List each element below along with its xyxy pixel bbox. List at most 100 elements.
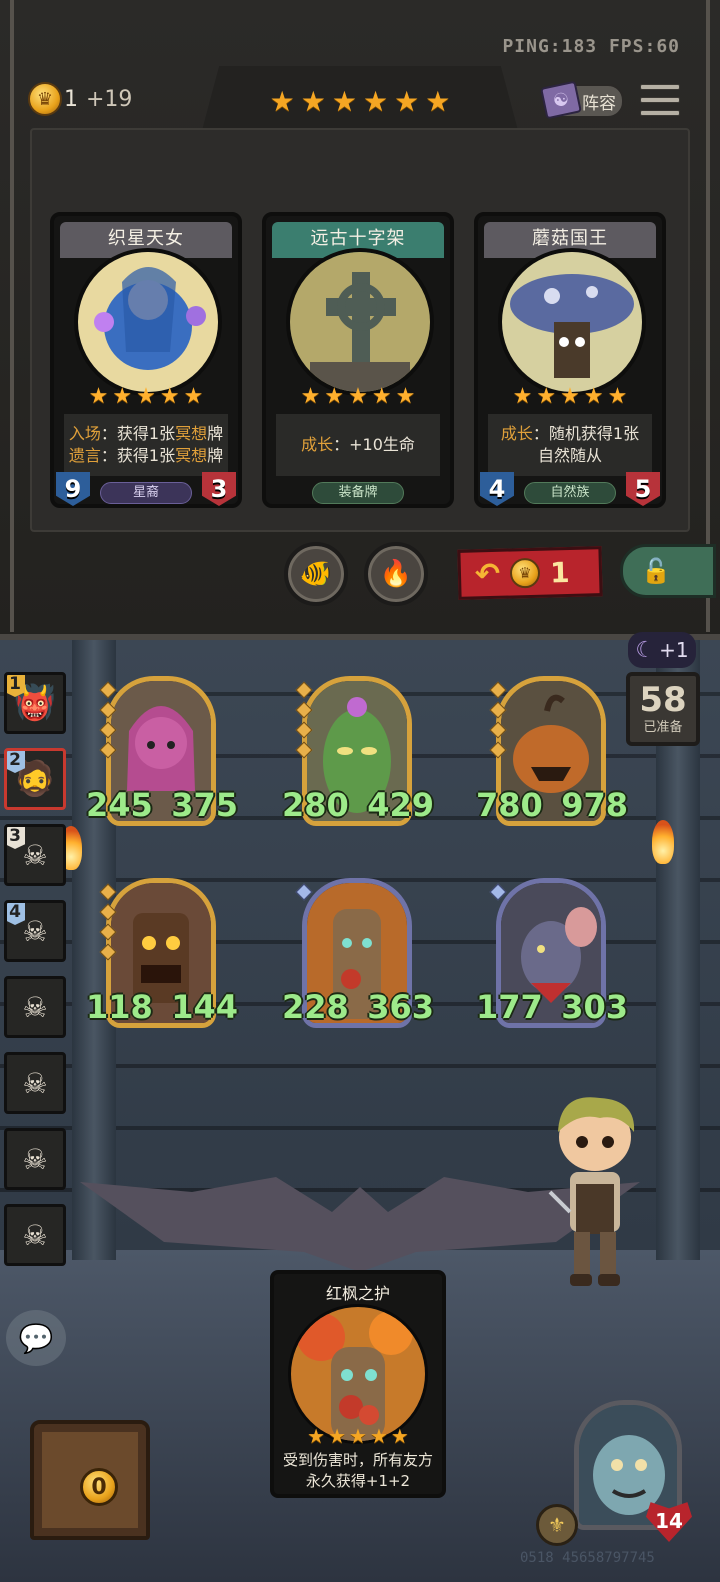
card-desc-text: 牌 [207, 446, 224, 465]
gold-amount: 1 [64, 86, 78, 112]
player-slot[interactable]: ☠ 4 [4, 900, 66, 962]
card-keyword: 入场 [68, 424, 101, 443]
card-art [74, 248, 222, 396]
minion-health: 429 [367, 786, 434, 824]
minion-health: 363 [367, 988, 434, 1026]
gold-display: ♛ 1 +19 [28, 80, 132, 118]
player-rank: 4 [7, 903, 25, 925]
player-slot[interactable]: ☠ [4, 1052, 66, 1114]
card-star-icon: ★ [307, 1424, 326, 1448]
card-star-icon: ★ [371, 384, 392, 409]
maple-treant-art [288, 1304, 428, 1444]
menu-bar [640, 110, 680, 117]
card-star-icon: ★ [536, 384, 557, 409]
minion-attack: 280 [282, 786, 349, 824]
menu-button[interactable] [640, 80, 680, 120]
card-keyword: 冥想 [175, 424, 208, 443]
hero-power-icon: ⚜ [548, 1513, 566, 1537]
shop-card[interactable]: 远古十字架 ★ ★ ★ ★ ★ 成长：+10生命 装备牌 [262, 212, 454, 508]
minion-tier-pips [99, 681, 117, 759]
shop-card[interactable]: 蘑菇国王 ★ ★ ★ ★ ★ 成长：随机获得1张 自然随从 自然族 4 5 [474, 212, 666, 508]
hero-power-button[interactable]: ⚜ [536, 1504, 578, 1546]
tier-pip [295, 741, 313, 759]
menu-bar [640, 96, 680, 103]
minion-tier-pips [489, 883, 507, 901]
board-minion[interactable]: 118 144 [86, 878, 238, 1034]
lock-shop-button[interactable]: 🔓 [620, 544, 716, 598]
card-description: 成长：+10生命 [276, 414, 440, 476]
minion-attack: 780 [476, 786, 543, 824]
card-name: 远古十字架 [310, 228, 406, 249]
gold-coin-icon: ♛ [509, 557, 541, 589]
card-star-icon: ★ [136, 384, 156, 409]
card-star-icon: ★ [112, 384, 133, 409]
card-name: 蘑菇国王 [532, 228, 608, 249]
refresh-shop-button[interactable]: ↶ ♛ 1 [457, 546, 603, 600]
card-description: 成长：随机获得1张 自然随从 [488, 414, 652, 476]
card-art [498, 248, 646, 396]
hand-card-desc: 受到伤害时，所有友方永久获得+1+2 [282, 1451, 433, 1490]
moon-icon: ☾ [635, 637, 656, 663]
player-rank: 3 [7, 827, 25, 849]
tier-star-icon: ★ [425, 85, 451, 118]
chest-coin-count: 0 [80, 1468, 118, 1506]
player-slot[interactable]: 🧔 2 [4, 748, 66, 810]
board-minion[interactable]: 228 363 [282, 878, 434, 1034]
moon-bonus-badge: ☾ +1 [628, 632, 696, 668]
card-tribe: 自然族 [524, 482, 616, 504]
card-keyword: 成长 [500, 424, 533, 443]
minion-tier-pips [489, 681, 507, 759]
board-minion[interactable]: 177 303 [476, 878, 628, 1034]
tier-star-icon: ★ [363, 85, 389, 118]
card-name: 织星天女 [108, 228, 184, 249]
card-star-icon: ★ [324, 384, 345, 409]
tier-pip [99, 943, 117, 961]
card-keyword: 成长 [301, 435, 334, 454]
card-star-icon: ★ [159, 384, 180, 409]
minion-attack: 245 [86, 786, 153, 824]
chat-button[interactable]: 💬 [6, 1310, 66, 1366]
card-star-icon: ★ [583, 384, 604, 409]
board-minion[interactable]: 780 978 [476, 676, 628, 832]
tier-star-icon: ★ [394, 85, 420, 118]
player-slot[interactable]: ☠ [4, 976, 66, 1038]
card-desc-text: ：获得1张 [100, 446, 176, 465]
player-slot[interactable]: ☠ [4, 1128, 66, 1190]
player-slot[interactable]: ☠ 3 [4, 824, 66, 886]
player-slot[interactable]: ☠ [4, 1204, 66, 1266]
card-desc-text: 自然随从 [537, 446, 602, 465]
card-art [286, 248, 434, 396]
card-star-icon: ★ [348, 384, 368, 409]
minion-attack: 228 [282, 988, 349, 1026]
minion-tier-pips [295, 883, 313, 901]
card-star-icon: ★ [300, 384, 321, 409]
card-star-icon: ★ [395, 384, 416, 409]
menu-bar [640, 83, 680, 90]
card-star-icon: ★ [390, 1424, 409, 1448]
ping-fps-readout: PING:183 FPS:60 [502, 36, 680, 57]
card-stars: ★ ★ ★ ★ ★ [266, 386, 450, 408]
card-tribe: 装备牌 [312, 482, 404, 504]
board-minion[interactable]: 280 429 [282, 676, 434, 832]
torch-flame-icon [652, 820, 674, 864]
tier-pip [99, 741, 117, 759]
tier-pip [99, 701, 117, 719]
user-id: 0518 45658797745 [520, 1550, 655, 1566]
tier-pip [489, 883, 507, 901]
tier-pip [295, 681, 313, 699]
card-desc-text: ：+10生命 [333, 435, 415, 454]
lineup-label: 阵容 [582, 93, 616, 114]
refresh-arrow-icon: ↶ [474, 556, 501, 592]
minion-health: 303 [561, 988, 628, 1026]
tier-pip [295, 701, 313, 719]
player-slot[interactable]: 👹 1 [4, 672, 66, 734]
lighter-button[interactable]: 🔥 [364, 542, 428, 606]
hand-card[interactable]: 红枫之护 ★ ★ ★ ★ ★ 受到伤害时，所有友方永久获得+1+2 [270, 1270, 446, 1498]
chat-bubble-icon: 💬 [18, 1321, 54, 1355]
card-health: 5 [626, 472, 660, 506]
card-health: 3 [202, 472, 236, 506]
shop-card[interactable]: 织星天女 ★ ★ ★ ★ ★ 入场：获得1张冥想牌 遗言：获得1张冥想牌 星裔 9 3 [50, 212, 242, 508]
fishbowl-button[interactable]: 🐠 [284, 542, 348, 606]
card-stars: ★ ★ ★ ★ ★ [54, 386, 238, 408]
board-minion[interactable]: 245 375 [86, 676, 238, 832]
